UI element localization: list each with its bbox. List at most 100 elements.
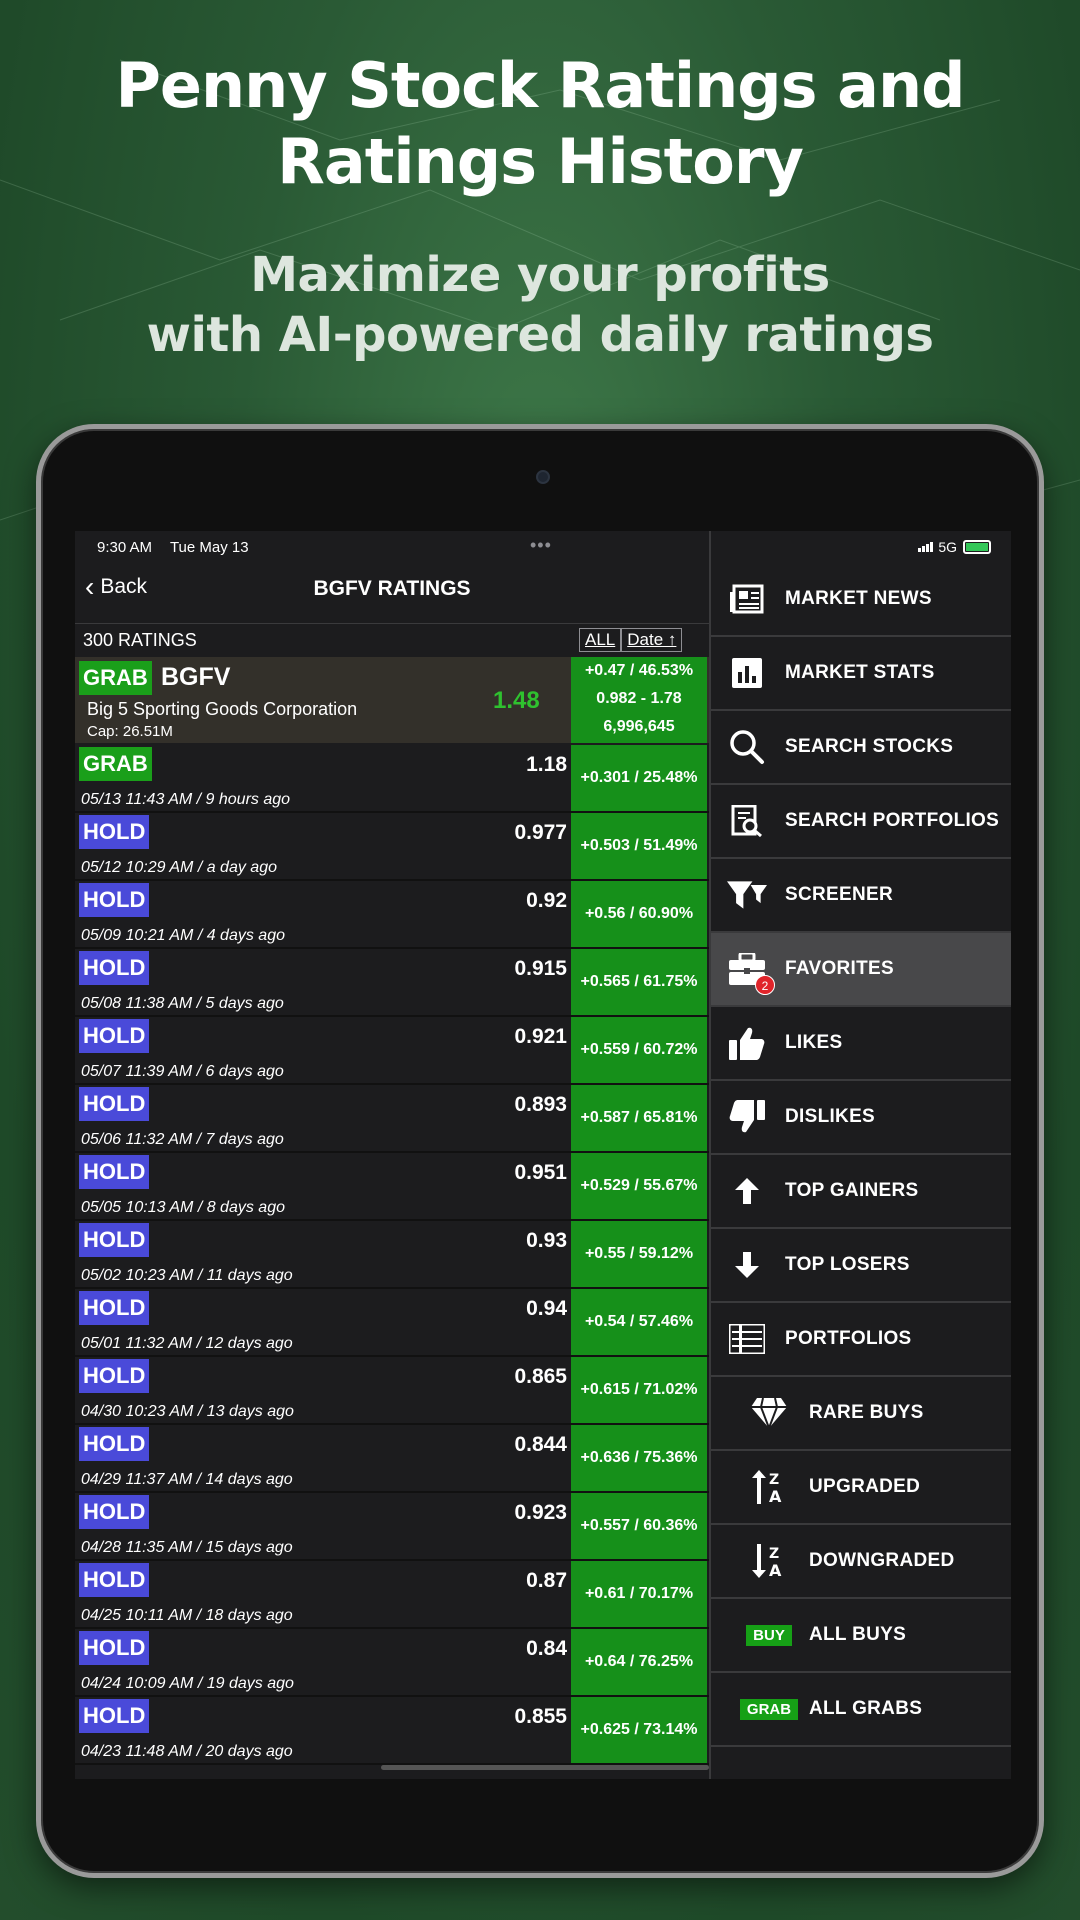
rating-price: 0.855 <box>514 1705 567 1728</box>
rating-badge: HOLD <box>79 1563 150 1597</box>
menu-pane: 5G MARKET NEWS MARKET STATS SEARCH STOCKS S… <box>711 531 1011 1779</box>
multitask-dots-icon[interactable]: ••• <box>530 535 552 556</box>
stock-stats-box: +0.47 / 46.53% 0.982 - 1.78 6,996,645 <box>571 657 707 743</box>
menu-item-downgraded[interactable]: Z A DOWNGRADED <box>711 1525 1011 1599</box>
rating-row[interactable]: HOLD 0.865 04/30 10:23 AM / 13 days ago +0.… <box>75 1357 709 1425</box>
rating-badge: HOLD <box>79 951 150 985</box>
menu-item-label: PORTFOLIOS <box>785 1328 912 1349</box>
rating-row[interactable]: HOLD 0.923 04/28 11:35 AM / 15 days ago +0.… <box>75 1493 709 1561</box>
rating-change: +0.625 / 73.14% <box>571 1697 707 1763</box>
rating-change: +0.61 / 70.17% <box>571 1561 707 1627</box>
sort-down-icon: ZA <box>749 1541 789 1581</box>
rating-date: 05/02 10:23 AM / 11 days ago <box>81 1267 293 1284</box>
menu-item-favorites[interactable]: 2 FAVORITES <box>711 933 1011 1007</box>
filter-icon <box>727 875 767 915</box>
rating-date: 04/25 10:11 AM / 18 days ago <box>81 1607 293 1624</box>
rating-row[interactable]: GRAB 1.18 05/13 11:43 AM / 9 hours ago +0.3… <box>75 745 709 813</box>
rating-badge: HOLD <box>79 1699 150 1733</box>
thumbs-up-icon <box>727 1023 767 1063</box>
rating-date: 05/12 10:29 AM / a day ago <box>81 859 277 876</box>
rating-price: 0.915 <box>514 957 567 980</box>
filter-all-button[interactable]: ALL <box>579 628 622 652</box>
menu-item-all-grabs[interactable]: GRAB ALL GRABS <box>711 1673 1011 1747</box>
rating-change: +0.64 / 76.25% <box>571 1629 707 1695</box>
rating-change: +0.559 / 60.72% <box>571 1017 707 1083</box>
svg-text:A: A <box>769 1561 782 1578</box>
rating-badge: HOLD <box>79 1019 150 1053</box>
promo-subhead: Maximize your profits with AI-powered da… <box>0 245 1080 365</box>
ratings-count: 300 RATINGS <box>83 630 197 650</box>
menu-item-label: DOWNGRADED <box>809 1550 955 1571</box>
menu-item-search-stocks[interactable]: SEARCH STOCKS <box>711 711 1011 785</box>
rating-badge: HOLD <box>79 1223 150 1257</box>
menu-item-label: ALL GRABS <box>809 1698 923 1719</box>
rating-row[interactable]: HOLD 0.855 04/23 11:48 AM / 20 days ago +0.… <box>75 1697 709 1765</box>
rating-badge: HOLD <box>79 815 150 849</box>
menu-item-screener[interactable]: SCREENER <box>711 859 1011 933</box>
rating-price: 0.951 <box>514 1161 567 1184</box>
rating-badge: HOLD <box>79 1631 150 1665</box>
rating-date: 05/01 11:32 AM / 12 days ago <box>81 1335 293 1352</box>
rating-change: +0.565 / 61.75% <box>571 949 707 1015</box>
day-range: 0.982 - 1.78 <box>596 690 682 707</box>
rating-row[interactable]: HOLD 0.87 04/25 10:11 AM / 18 days ago +0.6… <box>75 1561 709 1629</box>
rating-date: 05/13 11:43 AM / 9 hours ago <box>81 791 291 808</box>
status-date: Tue May 13 <box>169 539 249 556</box>
rating-row[interactable]: HOLD 0.92 05/09 10:21 AM / 4 days ago +0.56… <box>75 881 709 949</box>
rating-row[interactable]: HOLD 0.84 04/24 10:09 AM / 19 days ago +0.6… <box>75 1629 709 1697</box>
diamond-icon <box>749 1393 789 1433</box>
stock-summary[interactable]: GRAB BGFV Big 5 Sporting Goods Corporati… <box>75 657 709 743</box>
rating-price: 0.865 <box>514 1365 567 1388</box>
camera-icon <box>536 470 550 484</box>
rating-date: 04/30 10:23 AM / 13 days ago <box>81 1403 294 1420</box>
ratings-pane: 9:30 AM Tue May 13 ••• ‹ Back BGFV RATIN… <box>75 531 709 1779</box>
rating-badge: HOLD <box>79 1495 150 1529</box>
rating-row[interactable]: HOLD 0.977 05/12 10:29 AM / a day ago +0.50… <box>75 813 709 881</box>
rating-row[interactable]: HOLD 0.951 05/05 10:13 AM / 8 days ago +0.5… <box>75 1153 709 1221</box>
menu-item-top-losers[interactable]: TOP LOSERS <box>711 1229 1011 1303</box>
rating-date: 05/08 11:38 AM / 5 days ago <box>81 995 284 1012</box>
menu-item-market-news[interactable]: MARKET NEWS <box>711 563 1011 637</box>
newspaper-icon <box>727 579 767 619</box>
rating-change: +0.54 / 57.46% <box>571 1289 707 1355</box>
rating-row[interactable]: HOLD 0.893 05/06 11:32 AM / 7 days ago +0.5… <box>75 1085 709 1153</box>
menu-item-dislikes[interactable]: DISLIKES <box>711 1081 1011 1155</box>
rating-row[interactable]: HOLD 0.94 05/01 11:32 AM / 12 days ago +0.5… <box>75 1289 709 1357</box>
menu-item-rare-buys[interactable]: RARE BUYS <box>711 1377 1011 1451</box>
rating-row[interactable]: HOLD 0.844 04/29 11:37 AM / 14 days ago +0.… <box>75 1425 709 1493</box>
arrow-up-icon <box>727 1171 767 1211</box>
scroll-indicator[interactable] <box>381 1765 709 1770</box>
rating-row[interactable]: HOLD 0.915 05/08 11:38 AM / 5 days ago +0.5… <box>75 949 709 1017</box>
rating-badge: GRAB <box>79 747 152 781</box>
side-menu: MARKET NEWS MARKET STATS SEARCH STOCKS SEAR… <box>711 563 1011 1747</box>
menu-item-likes[interactable]: LIKES <box>711 1007 1011 1081</box>
rating-badge: HOLD <box>79 1427 150 1461</box>
rating-row[interactable]: HOLD 0.921 05/07 11:39 AM / 6 days ago +0.5… <box>75 1017 709 1085</box>
bar-chart-icon <box>727 653 767 693</box>
rating-row[interactable]: HOLD 0.93 05/02 10:23 AM / 11 days ago +0.5… <box>75 1221 709 1289</box>
status-time: 9:30 AM <box>97 539 153 556</box>
menu-item-search-portfolios[interactable]: SEARCH PORTFOLIOS <box>711 785 1011 859</box>
rating-price: 0.84 <box>526 1637 567 1660</box>
menu-item-upgraded[interactable]: Z A UPGRADED <box>711 1451 1011 1525</box>
menu-item-market-stats[interactable]: MARKET STATS <box>711 637 1011 711</box>
search-document-icon <box>727 801 767 841</box>
menu-item-top-gainers[interactable]: TOP GAINERS <box>711 1155 1011 1229</box>
menu-item-label: SCREENER <box>785 884 893 905</box>
page-title: BGFV RATINGS <box>313 577 471 600</box>
subhead-line-1: Maximize your profits <box>250 247 830 303</box>
menu-item-label: DISLIKES <box>785 1106 876 1127</box>
rating-change: +0.529 / 55.67% <box>571 1153 707 1219</box>
menu-item-all-buys[interactable]: BUY ALL BUYS <box>711 1599 1011 1673</box>
rating-price: 1.18 <box>526 753 567 776</box>
rating-badge: HOLD <box>79 1155 150 1189</box>
rating-date: 05/06 11:32 AM / 7 days ago <box>81 1131 284 1148</box>
signal-icon <box>918 542 934 552</box>
sort-date-button[interactable]: Date ↑ <box>621 628 683 652</box>
menu-item-label: UPGRADED <box>809 1476 921 1497</box>
rating-date: 04/29 11:37 AM / 14 days ago <box>81 1471 293 1488</box>
menu-item-portfolios[interactable]: PORTFOLIOS <box>711 1303 1011 1377</box>
rating-change: +0.557 / 60.36% <box>571 1493 707 1559</box>
rating-date: 05/07 11:39 AM / 6 days ago <box>81 1063 284 1080</box>
volume: 6,996,645 <box>603 718 675 735</box>
